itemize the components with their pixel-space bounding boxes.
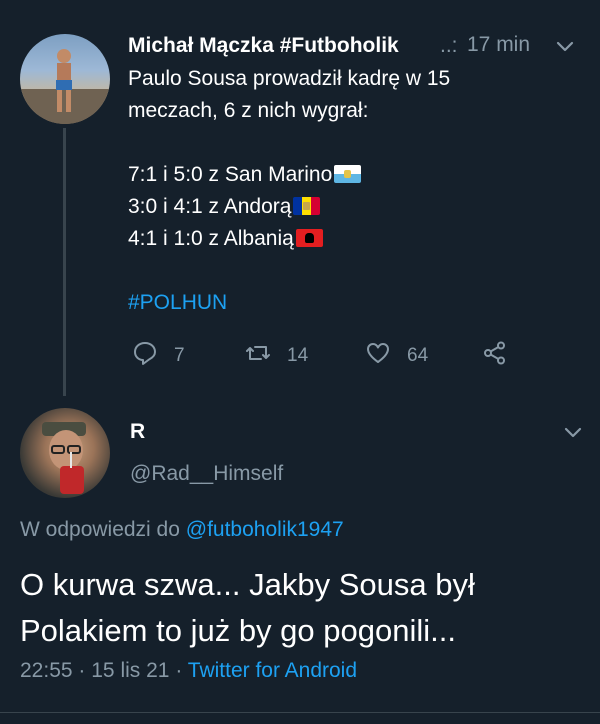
reply-to-link[interactable]: @futboholik1947	[186, 518, 344, 541]
result-text: 4:1 i 1:0 z Albanią	[128, 227, 294, 250]
author-handle[interactable]: @Rad__Himself	[130, 462, 283, 486]
like-count: 64	[407, 345, 429, 366]
chevron-down-icon[interactable]	[554, 36, 576, 63]
share-icon	[482, 340, 508, 372]
avatar-r[interactable]	[20, 408, 110, 498]
retweet-count: 14	[287, 345, 309, 366]
retweet-button[interactable]: 14	[245, 340, 308, 372]
san-marino-flag-icon	[334, 165, 362, 183]
client-link[interactable]: Twitter for Android	[188, 659, 357, 682]
tweet-time[interactable]: 22:55	[20, 659, 73, 682]
reply-button[interactable]: 7	[132, 340, 185, 372]
author-name[interactable]: Michał Mączka #Futboholik	[128, 34, 399, 58]
author-name[interactable]: R	[130, 420, 145, 444]
tweet-text-line: meczach, 6 z nich wygrał:	[128, 99, 369, 122]
result-line: 3:0 i 4:1 z Andorą	[128, 191, 321, 223]
result-line: 7:1 i 5:0 z San Marino	[128, 159, 362, 191]
tweet-time[interactable]: 17 min	[467, 33, 530, 57]
reply-icon	[132, 340, 158, 372]
hashtag-link[interactable]: #POLHUN	[128, 291, 227, 315]
tweet-date[interactable]: 15 lis 21	[91, 659, 169, 682]
name-truncation: ..:	[440, 34, 458, 57]
tweet-meta: 22:55 · 15 lis 21 · Twitter for Android	[20, 659, 357, 683]
separator: ·	[78, 659, 86, 682]
thread-line	[63, 128, 66, 396]
chevron-down-icon[interactable]	[562, 422, 584, 449]
avatar-michal[interactable]	[20, 34, 110, 124]
retweet-icon	[245, 340, 271, 372]
result-text: 7:1 i 5:0 z San Marino	[128, 163, 333, 186]
share-button[interactable]	[482, 340, 508, 372]
result-line: 4:1 i 1:0 z Albanią	[128, 223, 323, 255]
separator: ·	[175, 659, 183, 682]
reply-context: W odpowiedzi do @futboholik1947	[20, 518, 344, 542]
reply-prefix: W odpowiedzi do	[20, 518, 180, 541]
tweet-text-line: Paulo Sousa prowadził kadrę w 15	[128, 67, 451, 90]
andorra-flag-icon	[293, 197, 321, 215]
result-text: 3:0 i 4:1 z Andorą	[128, 195, 292, 218]
divider	[0, 712, 600, 713]
like-button[interactable]: 64	[365, 340, 428, 372]
tweet-text: O kurwa szwa... Jakby Sousa był Polakiem…	[20, 567, 475, 648]
reply-count: 7	[174, 345, 185, 366]
albania-flag-icon	[295, 229, 323, 247]
heart-icon	[365, 340, 391, 372]
